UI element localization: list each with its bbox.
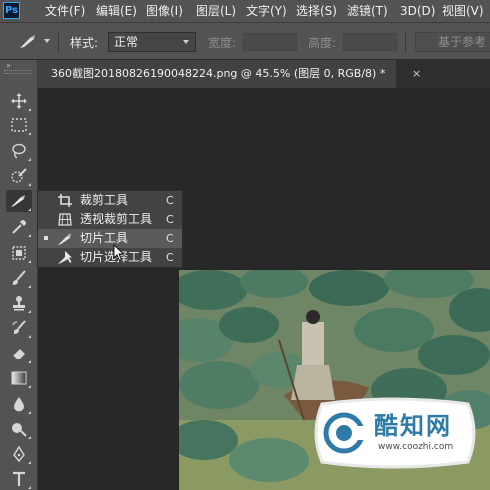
menu-file[interactable]: 文件(F)	[45, 0, 85, 22]
pen-icon	[13, 446, 25, 462]
slice-tool[interactable]	[6, 190, 32, 212]
tool-preset-dropdown-icon[interactable]	[44, 39, 50, 43]
tool-group-indicator	[28, 411, 31, 414]
options-bar: 样式: 正常 宽度: 高度: 基于参考	[0, 22, 490, 60]
tool-group-indicator	[28, 310, 31, 313]
watermark-url: www.coozhi.com	[378, 442, 454, 452]
photoshop-logo: Ps	[3, 2, 20, 19]
style-label: 样式:	[70, 36, 99, 50]
flyout-shortcut: C	[166, 213, 174, 226]
type-tool[interactable]	[6, 468, 32, 490]
selected-marker	[44, 236, 48, 240]
tool-group-indicator	[28, 486, 31, 489]
panel-grip[interactable]	[4, 70, 32, 74]
eyedropper-tool[interactable]	[6, 216, 32, 238]
stamp-icon	[13, 296, 25, 311]
coozhi-watermark: 酷知网 www.coozhi.com	[308, 396, 478, 470]
crop-icon	[58, 194, 72, 207]
tool-group-indicator	[28, 335, 31, 338]
watermark-name: 酷知网	[374, 412, 452, 440]
slices-from-guides-button: 基于参考	[415, 32, 490, 52]
blur-tool[interactable]	[6, 393, 32, 415]
tool-group-indicator	[28, 461, 31, 464]
flyout-label: 透视裁剪工具	[80, 212, 153, 226]
slice-tool-icon[interactable]	[18, 34, 38, 50]
separator	[405, 31, 406, 53]
collapse-panel-icon[interactable]: »	[6, 61, 11, 70]
flyout-shortcut: C	[166, 232, 174, 245]
tool-group-indicator	[28, 385, 31, 388]
eraser-tool[interactable]	[6, 342, 32, 364]
flyout-item-slice[interactable]: 切片工具 C	[38, 229, 182, 248]
tool-group-indicator	[28, 260, 31, 263]
eraser-icon	[12, 349, 25, 360]
menu-type[interactable]: 文字(Y)	[246, 0, 287, 22]
width-label: 宽度:	[208, 36, 237, 50]
tool-group-indicator	[28, 108, 31, 111]
pen-tool[interactable]	[6, 443, 32, 465]
tool-group-indicator	[28, 285, 31, 288]
width-input	[243, 33, 297, 51]
gradient-tool[interactable]	[6, 367, 32, 389]
history-brush-tool[interactable]	[6, 317, 32, 339]
lasso-tool[interactable]	[6, 140, 32, 162]
tool-group-indicator	[28, 360, 31, 363]
perspective-crop-icon	[58, 213, 72, 226]
type-icon	[13, 471, 25, 486]
history-brush-icon	[12, 320, 26, 334]
menu-bar: Ps 文件(F) 编辑(E) 图像(I) 图层(L) 文字(Y) 选择(S) 滤…	[0, 0, 490, 22]
mouse-cursor-icon	[113, 244, 125, 262]
move-icon	[11, 93, 27, 109]
height-input	[343, 33, 397, 51]
slice-icon	[58, 233, 71, 245]
quick-selection-icon	[11, 168, 27, 183]
brush-tool[interactable]	[6, 267, 32, 289]
rectangle-marquee-icon	[11, 118, 27, 132]
tool-group-indicator	[28, 183, 31, 186]
brush-icon	[12, 270, 26, 285]
move-tool[interactable]	[6, 90, 32, 112]
tool-group-indicator	[28, 436, 31, 439]
eyedropper-icon	[12, 220, 26, 234]
flyout-label: 裁剪工具	[80, 193, 129, 207]
slice-knife-icon	[11, 195, 25, 207]
crop-tool-flyout: 裁剪工具 C 透视裁剪工具 C 切片工具 C 切片选择工具 C	[37, 190, 183, 268]
document-tab-strip: 360截图20180826190048224.png @ 45.5% (图层 0…	[38, 60, 490, 88]
menu-select[interactable]: 选择(S)	[296, 0, 337, 22]
dodge-icon	[12, 423, 27, 437]
tool-group-indicator	[28, 158, 31, 161]
marquee-tool[interactable]	[6, 114, 32, 136]
menu-image[interactable]: 图像(I)	[146, 0, 183, 22]
menu-view[interactable]: 视图(V)	[442, 0, 484, 22]
style-select[interactable]: 正常	[108, 32, 196, 52]
tool-group-indicator	[28, 208, 31, 211]
healing-brush-tool[interactable]	[6, 242, 32, 264]
flyout-shortcut: C	[166, 194, 174, 207]
close-icon[interactable]: ×	[412, 60, 421, 88]
flyout-item-perspective-crop[interactable]: 透视裁剪工具 C	[38, 210, 182, 229]
healing-brush-icon	[12, 246, 26, 260]
tools-panel: »	[0, 60, 38, 490]
flyout-item-crop[interactable]: 裁剪工具 C	[38, 191, 182, 210]
height-label: 高度:	[308, 36, 337, 50]
menu-3d[interactable]: 3D(D)	[400, 0, 435, 22]
clone-stamp-tool[interactable]	[6, 292, 32, 314]
tool-group-indicator	[28, 132, 31, 135]
tool-group-indicator	[28, 234, 31, 237]
quick-selection-tool[interactable]	[6, 165, 32, 187]
blur-drop-icon	[14, 397, 24, 412]
slice-select-icon	[58, 251, 72, 264]
menu-edit[interactable]: 编辑(E)	[96, 0, 137, 22]
document-tab[interactable]: 360截图20180826190048224.png @ 45.5% (图层 0…	[38, 60, 396, 88]
separator	[58, 31, 59, 53]
flyout-item-slice-select[interactable]: 切片选择工具 C	[38, 248, 182, 267]
menu-layer[interactable]: 图层(L)	[196, 0, 236, 22]
dodge-tool[interactable]	[6, 418, 32, 440]
style-value: 正常	[114, 35, 139, 49]
chevron-down-icon	[183, 40, 189, 44]
lasso-icon	[12, 143, 26, 159]
flyout-shortcut: C	[166, 251, 174, 264]
menu-filter[interactable]: 滤镜(T)	[347, 0, 388, 22]
gradient-icon	[11, 371, 27, 385]
